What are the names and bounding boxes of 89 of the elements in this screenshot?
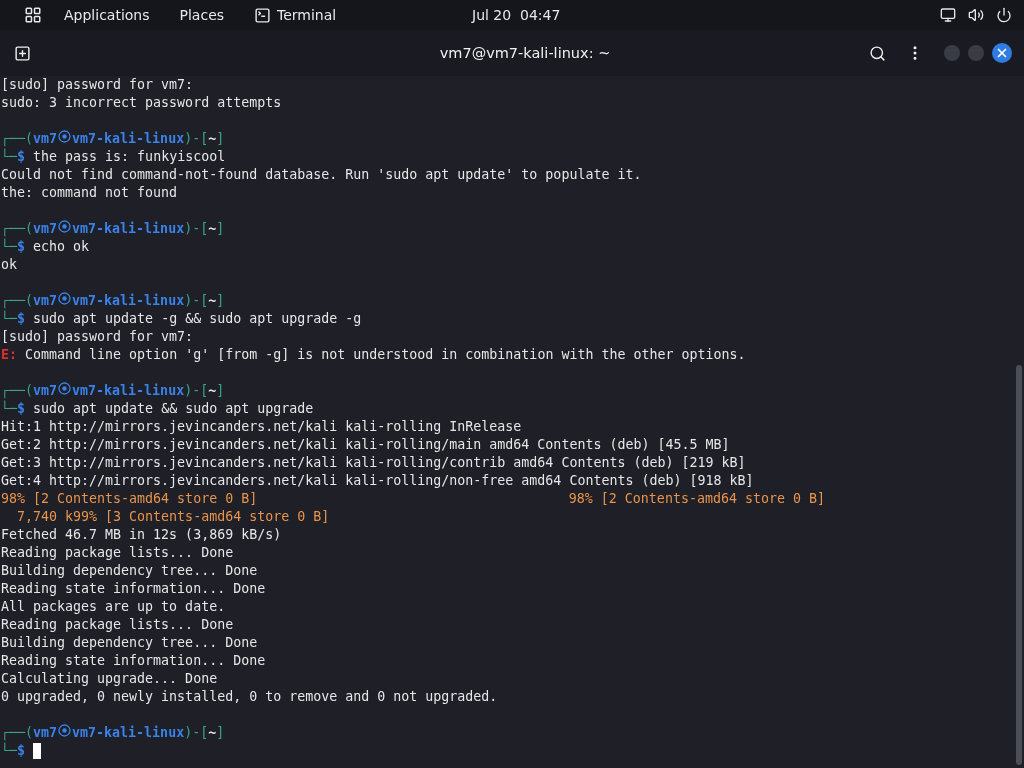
prompt-bracket: ] — [216, 220, 225, 238]
top-menu[interactable]: Terminal — [254, 6, 337, 24]
command-text: the pass is: funkyiscool — [33, 148, 226, 166]
clock[interactable]: Jul 20 04:47 — [472, 7, 561, 23]
prompt-bracket: )-[ — [184, 724, 209, 742]
output-line: Get:4 http://mirrors.jevincanders.net/kali kali-rolling/non-free amd64 Contents (deb) [918 kB] — [1, 472, 754, 490]
prompt-host: vm7-kali-linux — [72, 130, 185, 148]
prompt-bracket: )-[ — [184, 220, 209, 238]
prompt-corner: └─ — [1, 400, 17, 418]
prompt-bracket: ┌──( — [1, 382, 34, 400]
output-line: ok — [1, 256, 17, 274]
command-text: sudo apt update -g && sudo apt upgrade -g — [33, 310, 362, 328]
prompt-corner: └─ — [1, 310, 17, 328]
circled-symbol-icon — [58, 382, 72, 395]
scrollbar-thumb[interactable] — [1016, 365, 1022, 765]
output-line: All packages are up to date. — [1, 598, 226, 616]
prompt-host: vm7-kali-linux — [72, 220, 185, 238]
output-line: sudo: 3 incorrect password attempts — [1, 94, 282, 112]
error-tag: E: — [1, 346, 17, 364]
prompt-user: vm7 — [33, 130, 58, 146]
circled-symbol-icon — [58, 130, 72, 143]
output-line: Get:3 http://mirrors.jevincanders.net/kali kali-rolling/contrib amd64 Contents (deb) [219 kB] — [1, 454, 746, 472]
output-line: Building dependency tree... Done — [1, 562, 258, 580]
prompt-bracket: ┌──( — [1, 292, 34, 310]
prompt-host: vm7-kali-linux — [72, 724, 185, 742]
output-line: Hit:1 http://mirrors.jevincanders.net/kali kali-rolling InRelease — [1, 418, 522, 436]
top-menu[interactable]: Applications — [64, 7, 150, 23]
prompt-bracket: ┌──( — [1, 220, 34, 238]
output-line: Command line option 'g' [from -g] is not understood in combination with the other options. — [25, 346, 746, 364]
prompt-bracket: ] — [216, 724, 225, 742]
display-icon[interactable] — [940, 7, 956, 23]
prompt-dollar: $ — [17, 401, 26, 418]
command-text: sudo apt update && sudo apt upgrade — [33, 400, 314, 418]
close-button[interactable] — [992, 43, 1012, 63]
circled-symbol-icon — [58, 220, 72, 233]
prompt-bracket: ] — [216, 130, 225, 148]
top-menu[interactable]: Places — [179, 7, 225, 23]
prompt-host: vm7-kali-linux — [72, 382, 185, 400]
prompt-bracket: ] — [216, 382, 225, 400]
prompt-user: vm7 — [33, 220, 58, 236]
prompt-bracket: ┌──( — [1, 130, 34, 148]
prompt-user: vm7 — [33, 724, 58, 740]
output-line: Reading package lists... Done — [1, 616, 234, 634]
close-icon — [995, 46, 1009, 60]
volume-icon[interactable] — [968, 7, 984, 23]
circled-symbol-icon — [58, 724, 72, 737]
prompt-dollar: $ — [17, 311, 26, 328]
apps-grid-icon[interactable] — [24, 6, 42, 24]
prompt-bracket: ] — [216, 292, 225, 310]
prompt-bracket: )-[ — [184, 382, 209, 400]
new-tab-icon[interactable] — [14, 44, 31, 62]
output-line: Could not find command-not-found database. Run 'sudo apt update' to populate it. — [1, 166, 642, 184]
output-line: Reading state information... Done — [1, 652, 266, 670]
output-line: the: command not found — [1, 184, 178, 202]
output-line: Building dependency tree... Done — [1, 634, 258, 652]
prompt-directory: ~ — [208, 724, 217, 742]
circled-symbol-icon — [58, 292, 72, 305]
prompt-bracket: )-[ — [184, 292, 209, 310]
terminal-icon — [254, 6, 272, 24]
output-line: 0 upgraded, 0 newly installed, 0 to remove and 0 not upgraded. — [1, 688, 498, 706]
search-icon[interactable] — [869, 44, 886, 62]
output-line: Fetched 46.7 MB in 12s (3,869 kB/s) — [1, 526, 282, 544]
prompt-dollar: $ — [17, 149, 26, 166]
window-title: vm7@vm7-kali-linux: ~ — [438, 45, 611, 61]
power-icon[interactable] — [996, 7, 1012, 23]
prompt-corner: └─ — [1, 148, 17, 166]
prompt-corner: └─ — [1, 238, 17, 256]
prompt-directory: ~ — [208, 292, 217, 310]
command-text: echo ok — [33, 238, 90, 256]
prompt-user: vm7 — [33, 292, 58, 308]
progress-text: 98% [2 Contents-amd64 store 0 B] — [568, 490, 826, 508]
prompt-host: vm7-kali-linux — [72, 292, 185, 310]
prompt-bracket: )-[ — [184, 130, 209, 148]
prompt-corner: └─ — [1, 742, 17, 760]
prompt-directory: ~ — [208, 130, 217, 148]
prompt-directory: ~ — [208, 220, 217, 238]
prompt-bracket: ┌──( — [1, 724, 34, 742]
prompt-dollar: $ — [17, 239, 26, 256]
output-line: [sudo] password for vm7: — [1, 76, 194, 94]
output-line: Reading package lists... Done — [1, 544, 234, 562]
output-line: Reading state information... Done — [1, 580, 266, 598]
prompt-dollar: $ — [17, 743, 26, 760]
output-line: Get:2 http://mirrors.jevincanders.net/kali kali-rolling/main amd64 Contents (deb) [45.5 MB] — [1, 436, 730, 454]
progress-text: 98% [2 Contents-amd64 store 0 B] — [1, 490, 258, 508]
output-line: Calculating upgrade... Done — [1, 670, 218, 688]
prompt-directory: ~ — [208, 382, 217, 400]
output-line: [sudo] password for vm7: — [1, 328, 194, 346]
prompt-user: vm7 — [33, 382, 58, 398]
progress-text: 7,740 k99% [3 Contents-amd64 store 0 B] — [16, 508, 330, 526]
